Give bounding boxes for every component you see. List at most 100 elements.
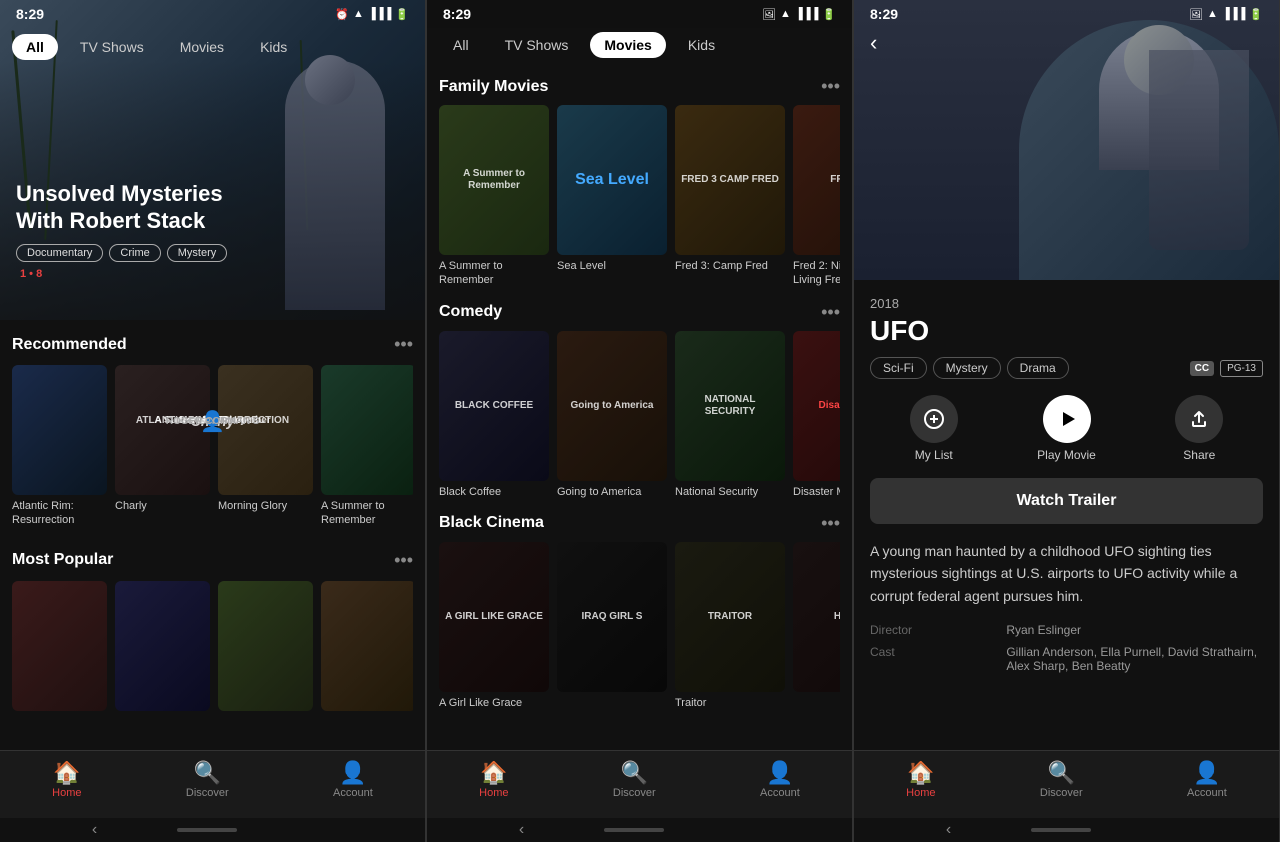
nav-account-2[interactable]: 👤 Account	[760, 762, 800, 799]
movie-card-going-america[interactable]: Going to America Going to America	[557, 331, 667, 499]
nav-home-3[interactable]: 🏠 Home	[906, 762, 935, 799]
status-icons-1: ⏰ ▲ ▐▐▐ 🔋	[335, 8, 409, 21]
back-button-3[interactable]: ‹	[870, 30, 877, 56]
comedy-header: Comedy •••	[439, 302, 840, 323]
movie-card-bc4[interactable]: HOT...	[793, 542, 840, 710]
play-movie-button[interactable]: Play Movie	[1037, 395, 1096, 462]
black-cinema-more[interactable]: •••	[821, 513, 840, 534]
status-bar-2: 8:29 🖼 ▲ ▐▐▐ 🔋	[427, 0, 852, 28]
movie-label-disaster: Disaster Movie	[793, 485, 840, 499]
popular-section: Most Popular ••• 👤 ROGER CORMAN'S EVERY …	[0, 536, 425, 723]
discover-icon-3: 🔍	[1048, 762, 1075, 784]
play-movie-label: Play Movie	[1037, 448, 1096, 462]
movie-thumb-disaster: Disaster M...	[793, 331, 840, 481]
black-cinema-cards: A GIRL LIKE GRACE A Girl Like Grace IRAQ…	[439, 542, 840, 710]
back-chevron-3: ‹	[946, 821, 951, 839]
movie-thumb-bc4: HOT...	[793, 542, 840, 692]
tab-movies-1[interactable]: Movies	[166, 34, 238, 60]
family-movies-cards: A Summer to Remember A Summer to Remembe…	[439, 105, 840, 288]
movie-card-girl-grace[interactable]: A GIRL LIKE GRACE A Girl Like Grace	[439, 542, 549, 710]
tab-tvshows-2[interactable]: TV Shows	[491, 32, 583, 58]
movie-card-disaster[interactable]: Disaster M... Disaster Movie	[793, 331, 840, 499]
my-list-label: My List	[915, 448, 953, 462]
home-icon-2: 🏠	[480, 762, 507, 784]
cast-key: Cast	[870, 645, 998, 673]
photo-icon-3: 🖼	[1189, 8, 1203, 21]
ufo-actions: My List Play Movie Share	[870, 395, 1263, 462]
tab-kids-1[interactable]: Kids	[246, 34, 301, 60]
tab-all-1[interactable]: All	[12, 34, 58, 60]
status-time-1: 8:29	[16, 6, 44, 22]
ufo-meta: Director Ryan Eslinger Cast Gillian Ande…	[870, 623, 1263, 673]
nav-account-label-3: Account	[1187, 787, 1227, 799]
family-movies-section: Family Movies ••• A Summer to Remember A…	[427, 66, 852, 288]
family-movies-more[interactable]: •••	[821, 76, 840, 97]
gesture-area-3: ‹	[854, 818, 1279, 842]
status-icons-2: 🖼 ▲ ▐▐▐ 🔋	[762, 8, 836, 21]
signal-icon-2: ▐▐▐	[795, 8, 818, 20]
comedy-section: Comedy ••• BLACK COFFEE Black Coffee Goi…	[427, 288, 852, 499]
wifi-icon: ▲	[353, 8, 364, 20]
gesture-line-3	[1031, 828, 1091, 832]
back-chevron-2: ‹	[519, 821, 524, 839]
nav-tabs-1: All TV Shows Movies Kids	[0, 26, 425, 68]
rating-badges: CC PG-13	[1190, 360, 1263, 377]
movie-card-summer[interactable]: A Summer to Remember A Summer to Remembe…	[439, 105, 549, 288]
comedy-more[interactable]: •••	[821, 302, 840, 323]
movie-label-blackcoffee: Black Coffee	[439, 485, 549, 499]
movie-card-fred3[interactable]: FRED 3 CAMP FRED Fred 3: Camp Fred	[675, 105, 785, 288]
tab-movies-2[interactable]: Movies	[590, 32, 665, 58]
director-key: Director	[870, 623, 998, 637]
wifi-icon-2: ▲	[780, 8, 791, 20]
share-button[interactable]: Share	[1175, 395, 1223, 462]
screen2-scroll[interactable]: Family Movies ••• A Summer to Remember A…	[427, 66, 852, 750]
black-cinema-section: Black Cinema ••• A GIRL LIKE GRACE A Gir…	[427, 499, 852, 710]
my-list-button[interactable]: My List	[910, 395, 958, 462]
battery-icon: 🔋	[395, 8, 409, 21]
nav-account-label-2: Account	[760, 787, 800, 799]
ufo-detail-content: 2018 UFO Sci-Fi Mystery Drama CC PG-13	[854, 280, 1279, 750]
nav-home-label-2: Home	[479, 787, 508, 799]
movie-card-traitor[interactable]: TRAITOR Traitor	[675, 542, 785, 710]
signal-icon: ▐▐▐	[368, 8, 391, 20]
nav-discover-2[interactable]: 🔍 Discover	[613, 762, 656, 799]
watch-trailer-button[interactable]: Watch Trailer	[870, 478, 1263, 524]
family-movies-title: Family Movies	[439, 78, 548, 96]
account-icon-2: 👤	[766, 762, 793, 784]
movie-thumb-girl-grace: A GIRL LIKE GRACE	[439, 542, 549, 692]
black-cinema-header: Black Cinema •••	[439, 513, 840, 534]
ufo-year: 2018	[870, 296, 1263, 311]
movie-card-bc2[interactable]: IRAQ GIRL S	[557, 542, 667, 710]
pg-badge: PG-13	[1220, 360, 1263, 377]
tab-kids-2[interactable]: Kids	[674, 32, 729, 58]
nav-account-3[interactable]: 👤 Account	[1187, 762, 1227, 799]
nav-tabs-2: All TV Shows Movies Kids	[427, 28, 852, 66]
nav-discover-3[interactable]: 🔍 Discover	[1040, 762, 1083, 799]
home-icon-3: 🏠	[907, 762, 934, 784]
nav-home-2[interactable]: 🏠 Home	[479, 762, 508, 799]
screen1-scroll[interactable]: Unsolved Mysteries With Robert Stack Doc…	[0, 0, 425, 750]
signal-icon-3: ▐▐▐	[1222, 8, 1245, 20]
movie-card-sealevel[interactable]: Sea Level Sea Level	[557, 105, 667, 288]
cast-value: Gillian Anderson, Ella Purnell, David St…	[1006, 645, 1263, 673]
movie-card-fred2[interactable]: FRED 2 Fred 2: Night of the Living Fred	[793, 105, 840, 288]
battery-icon-3: 🔋	[1249, 8, 1263, 21]
movie-label-sealevel: Sea Level	[557, 259, 667, 273]
ufo-tags: Sci-Fi Mystery Drama CC PG-13	[870, 357, 1263, 379]
nav-discover-label-3: Discover	[1040, 787, 1083, 799]
movie-thumb-sealevel: Sea Level	[557, 105, 667, 255]
tab-all-2[interactable]: All	[439, 32, 483, 58]
phone-screen-3: 8:29 🖼 ▲ ▐▐▐ 🔋 ‹ 2018 UFO Sci-Fi Mystery…	[854, 0, 1280, 842]
movie-thumb-national-security: NATIONAL SECURITY	[675, 331, 785, 481]
status-bar-3: 8:29 🖼 ▲ ▐▐▐ 🔋	[854, 0, 1279, 28]
movie-label-traitor: Traitor	[675, 696, 785, 710]
card-pop-3[interactable]: EVERY MAN	[218, 581, 313, 715]
share-label: Share	[1183, 448, 1215, 462]
tab-tvshows-1[interactable]: TV Shows	[66, 34, 158, 60]
movie-label-fred2: Fred 2: Night of the Living Fred	[793, 259, 840, 288]
popular-cards: 👤 ROGER CORMAN'S EVERY MAN	[12, 581, 413, 719]
bottom-nav-3: 🏠 Home 🔍 Discover 👤 Account	[854, 750, 1279, 818]
movie-thumb-fred3: FRED 3 CAMP FRED	[675, 105, 785, 255]
movie-card-blackcoffee[interactable]: BLACK COFFEE Black Coffee	[439, 331, 549, 499]
movie-card-national-security[interactable]: NATIONAL SECURITY National Security	[675, 331, 785, 499]
